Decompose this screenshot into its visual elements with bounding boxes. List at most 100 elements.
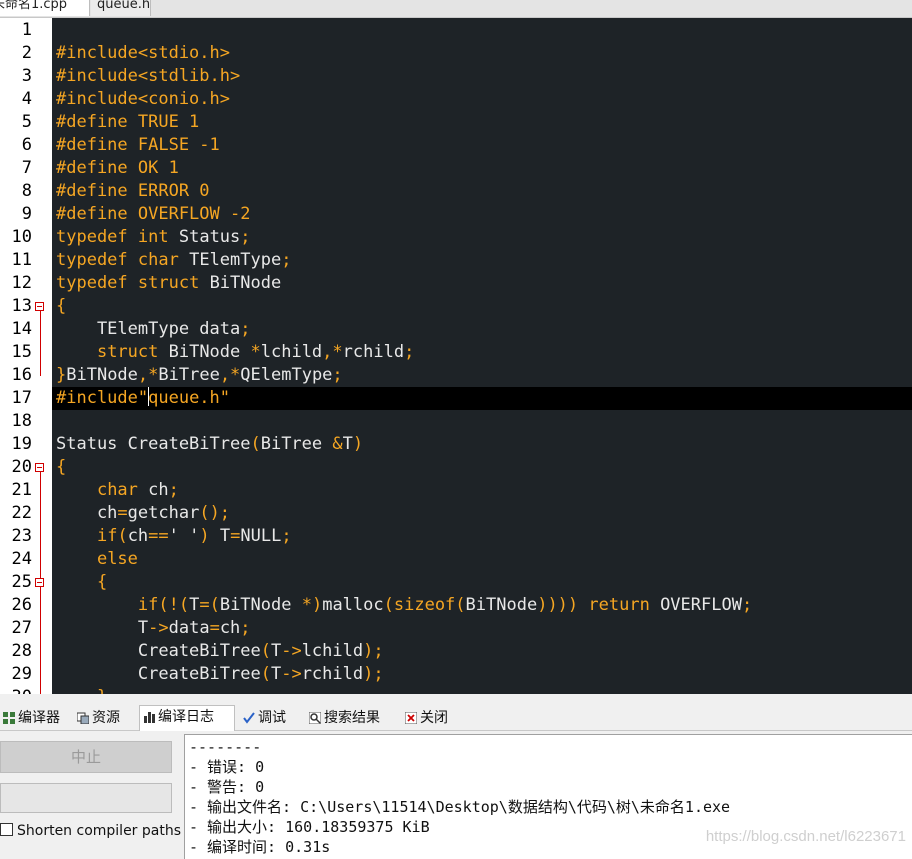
bottom-panel-tabs: 编译器 资源 编译日志 调试 搜索结果 关闭 xyxy=(0,705,912,731)
line-number: 28 xyxy=(11,641,32,661)
shorten-paths-checkbox[interactable] xyxy=(0,823,13,836)
code-line: 5 #define TRUE 1 xyxy=(0,111,912,134)
code-line: 3 #include<stdlib.h> xyxy=(0,65,912,88)
tab-debug[interactable]: 调试 xyxy=(240,707,300,729)
code-token: #include<conio.h> xyxy=(56,89,230,109)
code-line: 27 T->data=ch; xyxy=(0,617,912,640)
code-token: #define FALSE -1 xyxy=(56,135,220,155)
code-token: Status xyxy=(168,227,241,247)
code-token: ( xyxy=(383,595,394,615)
code-line: 14 TElemType data; xyxy=(0,318,912,341)
code-text: if(!(T=(BiTNode *)malloc(sizeof(BiTNode)… xyxy=(56,594,752,617)
line-number: 4 xyxy=(21,89,32,109)
code-token: ); xyxy=(363,641,384,661)
abort-button[interactable]: 中止 xyxy=(0,741,172,773)
shorten-paths-option[interactable]: Shorten compiler paths xyxy=(0,821,181,841)
compile-controls: 中止 Shorten compiler paths xyxy=(0,731,184,859)
line-number: 20 xyxy=(11,457,32,477)
code-token: if xyxy=(137,595,159,615)
line-number: 2 xyxy=(21,43,32,63)
code-token: rchild xyxy=(342,342,405,362)
line-number: 24 xyxy=(11,549,32,569)
code-token: TElemType data xyxy=(56,319,241,339)
code-text: typedef char TElemType; xyxy=(56,249,291,272)
code-token: ; xyxy=(281,526,292,546)
code-line: 22 ch=getchar(); xyxy=(0,502,912,525)
code-line: 25 { xyxy=(0,571,912,594)
code-line: 20 { xyxy=(0,456,912,479)
code-token: #include<stdlib.h> xyxy=(56,66,241,86)
code-token: int xyxy=(137,227,169,247)
code-text: #define TRUE 1 xyxy=(56,111,199,134)
code-token: T xyxy=(270,664,282,684)
code-token: else xyxy=(96,549,138,569)
code-token: ( xyxy=(250,434,261,454)
line-number: 23 xyxy=(11,526,32,546)
line-number: 25 xyxy=(11,572,32,592)
tab-resources[interactable]: 资源 xyxy=(74,707,136,729)
line-number: 27 xyxy=(11,618,32,638)
code-token: OVERFLOW xyxy=(649,595,742,615)
code-line: 28 CreateBiTree(T->lchild); xyxy=(0,640,912,663)
code-token: -> xyxy=(281,664,302,684)
code-token: (!( xyxy=(158,595,190,615)
code-token: #include<stdio.h> xyxy=(56,43,230,63)
tab-compiler[interactable]: 编译器 xyxy=(0,707,70,729)
file-tab-bar: 未命名1.cpp queue.h xyxy=(0,0,912,18)
close-icon xyxy=(405,712,417,724)
code-token: BiTNode xyxy=(465,595,538,615)
code-line: 18 xyxy=(0,410,912,433)
code-token: char xyxy=(96,480,138,500)
code-token: } xyxy=(56,365,67,385)
code-token: BiTree xyxy=(260,434,333,454)
code-token: { xyxy=(56,457,67,477)
tab-close[interactable]: 关闭 xyxy=(402,707,464,729)
code-token: = xyxy=(117,503,128,523)
fold-toggle-icon[interactable] xyxy=(35,578,44,587)
code-editor[interactable]: 1 2 #include<stdio.h> 3 #include<stdlib.h> 4 #… xyxy=(0,18,912,694)
line-number: 18 xyxy=(11,411,32,431)
tab-compiler-label: 编译器 xyxy=(18,710,60,726)
code-token: ch xyxy=(56,503,118,523)
line-number: 15 xyxy=(11,342,32,362)
search-icon xyxy=(309,712,321,724)
code-token: -> xyxy=(148,618,169,638)
code-token: #define ERROR 0 xyxy=(56,181,210,201)
code-line: 13 { xyxy=(0,295,912,318)
compile-log: -------- - 错误: 0 - 警告: 0 - 输出文件名: C:\Use… xyxy=(184,734,912,859)
code-token: #define OK 1 xyxy=(56,158,179,178)
code-text: ch=getchar(); xyxy=(56,502,230,525)
code-token: * xyxy=(250,342,261,362)
line-number: 10 xyxy=(11,227,32,247)
compile-progress-box xyxy=(0,783,172,813)
code-token: ; xyxy=(240,227,251,247)
code-line: 23 if(ch==' ') T=NULL; xyxy=(0,525,912,548)
tab-search-results[interactable]: 搜索结果 xyxy=(306,707,398,729)
code-text: else xyxy=(56,548,138,571)
grid-icon xyxy=(3,712,15,724)
code-text: #include"queue.h" xyxy=(56,387,230,410)
code-line: 6 #define FALSE -1 xyxy=(0,134,912,157)
code-token: #include" xyxy=(56,388,149,408)
code-text: #define OK 1 xyxy=(56,157,179,180)
code-text: Status CreateBiTree(BiTree &T) xyxy=(56,433,363,456)
code-token: =( xyxy=(199,595,220,615)
code-token: TElemType xyxy=(178,250,282,270)
tab-compile-log[interactable]: 编译日志 xyxy=(139,705,235,731)
code-token: ; xyxy=(404,342,415,362)
fold-toggle-icon[interactable] xyxy=(35,463,44,472)
code-text: #include<stdlib.h> xyxy=(56,65,240,88)
code-token: BiTNode xyxy=(219,595,302,615)
file-tab-queue-h[interactable]: queue.h xyxy=(91,0,151,16)
fold-toggle-icon[interactable] xyxy=(35,302,44,311)
file-tab-active[interactable]: 未命名1.cpp xyxy=(0,0,90,16)
code-token: } xyxy=(97,687,107,694)
code-token: == xyxy=(148,526,169,546)
code-text: { xyxy=(56,295,66,318)
line-number: 17 xyxy=(11,388,32,408)
